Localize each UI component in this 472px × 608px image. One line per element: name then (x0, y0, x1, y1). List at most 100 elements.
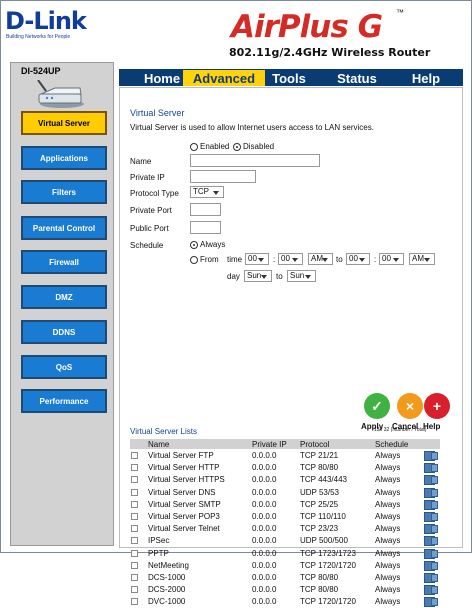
row-schedule: Always (375, 499, 401, 509)
table-row: NetMeeting 0.0.0.0 TCP 1720/1720 Always (130, 560, 440, 572)
column-name: Name (148, 440, 170, 449)
row-name: PPTP (148, 548, 169, 558)
delete-icon[interactable] (431, 537, 438, 546)
tab-home[interactable]: Home (137, 70, 187, 86)
row-schedule: Always (375, 475, 401, 485)
cancel-icon[interactable]: × (397, 393, 423, 419)
row-private-ip: 0.0.0.0 (252, 512, 277, 521)
private-ip-input[interactable] (190, 170, 256, 183)
delete-icon[interactable] (431, 513, 438, 521)
row-private-ip: 0.0.0.0 (252, 597, 277, 607)
delete-icon[interactable] (431, 476, 438, 485)
private-ip-label: Private IP (130, 173, 165, 182)
row-name: Virtual Server FTP (148, 451, 214, 460)
public-port-input[interactable] (190, 221, 221, 234)
enabled-radio[interactable] (190, 143, 198, 151)
apply-icon[interactable]: ✓ (364, 393, 390, 419)
row-checkbox[interactable] (131, 500, 138, 508)
row-schedule: Always (375, 451, 401, 460)
sidebar-item-firewall[interactable]: Firewall (21, 250, 107, 274)
private-port-input[interactable] (190, 203, 221, 216)
row-protocol: TCP 80/80 (300, 585, 339, 595)
delete-icon[interactable] (431, 574, 438, 582)
row-checkbox[interactable] (131, 464, 138, 472)
row-checkbox[interactable] (131, 525, 138, 533)
row-checkbox[interactable] (131, 452, 138, 459)
section-description: Virtual Server is used to allow Internet… (130, 123, 374, 132)
schedule-label: Schedule (130, 241, 164, 250)
row-schedule: Always (375, 487, 401, 497)
row-private-ip: 0.0.0.0 (252, 524, 277, 534)
table-header: Name Private IP Protocol Schedule (130, 439, 440, 449)
sidebar-item-dmz[interactable]: DMZ (21, 285, 107, 309)
row-private-ip: 0.0.0.0 (252, 463, 277, 473)
private-port-label: Private Port (130, 206, 172, 215)
name-input[interactable] (190, 154, 320, 167)
public-port-label: Public Port (130, 224, 169, 233)
end-ampm-select[interactable]: AM (409, 253, 435, 265)
row-schedule: Always (375, 512, 401, 521)
sidebar-item-performance[interactable]: Performance (21, 389, 107, 413)
product-name: AirPlus G (231, 9, 383, 45)
delete-icon[interactable] (431, 525, 438, 534)
tab-advanced[interactable]: Advanced (183, 70, 265, 86)
row-private-ip: 0.0.0.0 (252, 451, 277, 460)
row-checkbox[interactable] (131, 476, 138, 484)
delete-icon[interactable] (431, 586, 438, 595)
product-subtitle: 802.11g/2.4GHz Wireless Router (229, 46, 431, 59)
row-schedule: Always (375, 573, 401, 582)
delete-icon[interactable] (431, 488, 438, 497)
start-hour-select[interactable]: 00 (245, 253, 269, 265)
delete-icon[interactable] (431, 464, 438, 473)
start-day-select[interactable]: Sun (244, 270, 272, 282)
row-checkbox[interactable] (131, 488, 138, 496)
row-private-ip: 0.0.0.0 (252, 585, 277, 595)
trademark: ™ (396, 8, 404, 17)
delete-icon[interactable] (431, 598, 438, 607)
row-checkbox[interactable] (131, 574, 138, 581)
help-icon[interactable]: + (424, 393, 450, 419)
row-checkbox[interactable] (131, 513, 138, 520)
delete-icon[interactable] (431, 561, 438, 570)
sidebar-item-ddns[interactable]: DDNS (21, 320, 107, 344)
brand-tagline: Building Networks for People (6, 34, 71, 40)
sidebar-item-applications[interactable]: Applications (21, 146, 107, 170)
main-panel: Home Advanced Tools Status Help Virtual … (117, 69, 463, 608)
row-name: Virtual Server Telnet (148, 524, 220, 534)
start-ampm-select[interactable]: AM (308, 253, 333, 265)
row-checkbox[interactable] (131, 549, 138, 557)
row-checkbox[interactable] (131, 537, 138, 545)
end-hour-select[interactable]: 00 (346, 253, 370, 265)
delete-icon[interactable] (431, 452, 438, 460)
sidebar-item-filters[interactable]: Filters (21, 180, 107, 204)
day-label: day (227, 272, 240, 281)
tab-help[interactable]: Help (402, 70, 450, 86)
table-row: DVC-1000 0.0.0.0 TCP 1720/1720 Always (130, 597, 440, 608)
time-label: time (227, 255, 243, 264)
tab-status[interactable]: Status (330, 70, 384, 86)
row-schedule: Always (375, 463, 401, 473)
sidebar-item-parental-control[interactable]: Parental Control (21, 216, 107, 240)
tab-tools[interactable]: Tools (262, 70, 316, 86)
from-radio[interactable] (190, 256, 198, 264)
column-schedule: Schedule (375, 440, 409, 449)
disabled-radio[interactable] (233, 143, 241, 151)
end-day-select[interactable]: Sun (287, 270, 316, 282)
row-checkbox[interactable] (131, 598, 138, 606)
product-logo: AirPlus G (231, 9, 383, 45)
row-name: Virtual Server SMTP (148, 499, 221, 509)
row-protocol: UDP 500/500 (300, 536, 348, 546)
delete-icon[interactable] (431, 549, 438, 558)
row-checkbox[interactable] (131, 586, 138, 594)
sidebar-item-qos[interactable]: QoS (21, 355, 107, 379)
brand-logo: D-Link (5, 7, 87, 35)
row-checkbox[interactable] (131, 561, 138, 569)
protocol-select[interactable]: TCP (190, 186, 224, 198)
sidebar-item-virtual-server[interactable]: Virtual Server (21, 111, 107, 135)
delete-icon[interactable] (431, 500, 438, 509)
start-minute-select[interactable]: 00 (278, 253, 303, 265)
end-minute-select[interactable]: 00 (379, 253, 404, 265)
from-label: From (200, 255, 219, 264)
row-protocol: TCP 23/23 (300, 524, 339, 534)
always-radio[interactable] (190, 241, 198, 249)
